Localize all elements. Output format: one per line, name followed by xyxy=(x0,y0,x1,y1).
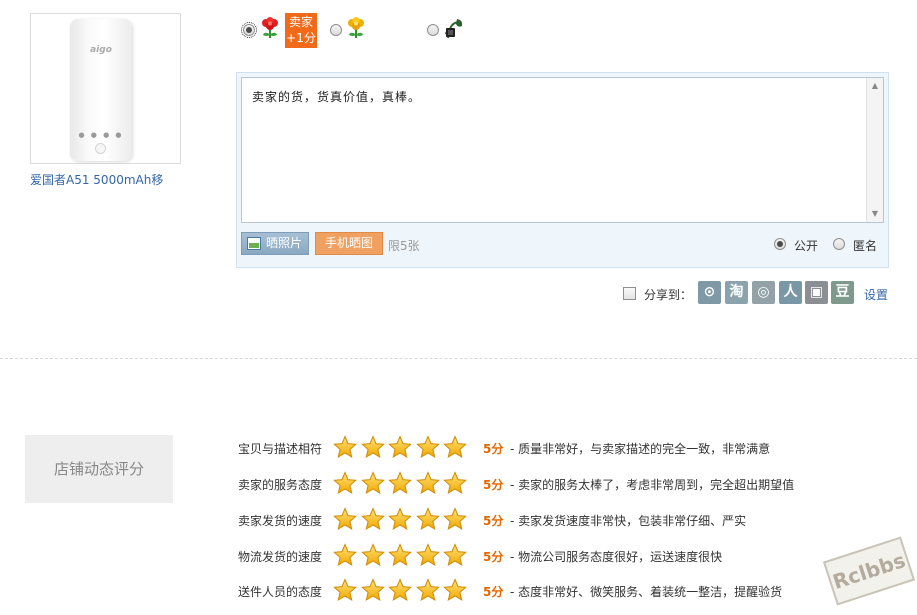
star-icon[interactable] xyxy=(388,435,412,459)
star-icon[interactable] xyxy=(360,471,385,495)
star-icon[interactable] xyxy=(443,578,467,602)
rating-criterion-label: 宝贝与描述相符 xyxy=(238,442,323,456)
upload-photo-label: 晒照片 xyxy=(266,236,303,250)
star-icon[interactable] xyxy=(360,507,385,531)
rating-criterion-label: 物流发货的速度 xyxy=(238,550,323,564)
anonymous-label: 匿名 xyxy=(853,239,878,253)
rating-score: 5分 xyxy=(483,478,504,492)
scroll-down-arrow-icon[interactable]: ▼ xyxy=(867,206,883,222)
photo-limit-text: 限5张 xyxy=(388,239,420,253)
rating-neutral-radio[interactable] xyxy=(330,24,342,36)
power-button-illustration xyxy=(95,143,106,154)
rating-description: - 卖家发货速度非常快，包装非常仔细、严实 xyxy=(510,514,747,528)
share-weibo-icon[interactable]: ◎ xyxy=(752,281,775,304)
star-icon[interactable] xyxy=(333,578,357,602)
star-icon[interactable] xyxy=(388,507,412,531)
share-label: 分享到： xyxy=(644,288,693,302)
star-icon[interactable] xyxy=(415,435,440,459)
rating-criterion-label: 送件人员的态度 xyxy=(238,585,323,599)
comment-scrollbar[interactable]: ▲ ▼ xyxy=(866,78,883,222)
star-icon[interactable] xyxy=(333,543,357,567)
comment-textarea[interactable]: 卖家的货，货真价值，真棒。 ▲ ▼ xyxy=(241,77,884,223)
seller-badge-line2: +1分 xyxy=(286,31,316,45)
wilted-flower-icon[interactable] xyxy=(444,17,464,39)
store-rating-row: 物流发货的速度 5分 - 物流公司服务态度很好，运送速度很快 xyxy=(238,543,878,569)
star-icon[interactable] xyxy=(333,471,357,495)
seller-bonus-badge: 卖家 +1分 xyxy=(285,13,317,48)
rating-bad-radio[interactable] xyxy=(427,24,439,36)
brand-logo: aigo xyxy=(90,45,112,55)
rating-good-radio[interactable] xyxy=(241,22,257,38)
seller-badge-line1: 卖家 xyxy=(288,15,313,29)
star-icon[interactable] xyxy=(443,435,467,459)
rating-description: - 质量非常好，与卖家描述的完全一致，非常满意 xyxy=(510,442,771,456)
star-icon[interactable] xyxy=(443,507,467,531)
star-icon[interactable] xyxy=(333,507,357,531)
red-flower-icon[interactable] xyxy=(260,17,280,39)
star-icon[interactable] xyxy=(360,578,385,602)
scroll-up-arrow-icon[interactable]: ▲ xyxy=(867,78,883,94)
star-icon[interactable] xyxy=(388,471,412,495)
picture-icon xyxy=(247,237,261,250)
comment-text[interactable]: 卖家的货，货真价值，真棒。 xyxy=(252,88,421,105)
rating-score: 5分 xyxy=(483,550,504,564)
rating-description: - 物流公司服务态度很好，运送速度很快 xyxy=(510,550,723,564)
share-checkbox[interactable] xyxy=(623,287,636,300)
store-rating-title: 店铺动态评分 xyxy=(25,435,173,503)
star-icon[interactable] xyxy=(415,543,440,567)
share-kaixin001-icon[interactable]: ▣ xyxy=(805,281,828,304)
comment-panel: 卖家的货，货真价值，真棒。 ▲ ▼ 晒照片 手机晒图 限5张 公开 匿名 xyxy=(236,72,889,268)
share-renren-icon[interactable]: 人 xyxy=(779,281,802,304)
star-icon[interactable] xyxy=(443,543,467,567)
section-divider xyxy=(0,358,917,359)
share-settings-link[interactable]: 设置 xyxy=(864,286,888,303)
rating-score: 5分 xyxy=(483,442,504,456)
rating-description: - 卖家的服务太棒了，考虑非常周到，完全超出期望值 xyxy=(510,478,795,492)
anonymous-radio[interactable] xyxy=(833,238,845,250)
mobile-photo-button[interactable]: 手机晒图 xyxy=(315,232,383,255)
star-icon[interactable] xyxy=(360,543,385,567)
product-name-link[interactable]: 爱国者A51 5000mAh移 xyxy=(30,171,163,188)
star-icon[interactable] xyxy=(388,578,412,602)
star-icon[interactable] xyxy=(333,435,357,459)
store-rating-row: 送件人员的态度 5分 - 态度非常好、微笑服务、着装统一整洁，提醒验货 xyxy=(238,578,878,604)
star-icon[interactable] xyxy=(360,435,385,459)
rating-criterion-label: 卖家发货的速度 xyxy=(238,514,323,528)
store-rating-row: 卖家发货的速度 5分 - 卖家发货速度非常快，包装非常仔细、严实 xyxy=(238,507,878,533)
star-icon[interactable] xyxy=(415,507,440,531)
rating-criterion-label: 卖家的服务态度 xyxy=(238,478,323,492)
rating-description: - 态度非常好、微笑服务、着装统一整洁，提醒验货 xyxy=(510,585,783,599)
star-icon[interactable] xyxy=(415,578,440,602)
star-icon[interactable] xyxy=(415,471,440,495)
upload-photo-button[interactable]: 晒照片 xyxy=(241,232,309,255)
rating-score: 5分 xyxy=(483,585,504,599)
share-kaixin-icon[interactable]: ⊙ xyxy=(698,281,721,304)
power-bank-illustration: aigo ● ● ● ● xyxy=(70,19,132,161)
yellow-flower-icon[interactable] xyxy=(346,17,366,39)
star-icon[interactable] xyxy=(388,543,412,567)
product-image[interactable]: aigo ● ● ● ● xyxy=(30,13,181,164)
share-taobao-icon[interactable]: 淘 xyxy=(725,281,748,304)
public-radio[interactable] xyxy=(774,238,786,250)
public-label: 公开 xyxy=(794,239,819,253)
rating-score: 5分 xyxy=(483,514,504,528)
share-douban-icon[interactable]: 豆 xyxy=(831,281,854,304)
led-indicators: ● ● ● ● xyxy=(78,131,124,139)
store-rating-row: 宝贝与描述相符 5分 - 质量非常好，与卖家描述的完全一致，非常满意 xyxy=(238,435,878,461)
star-icon[interactable] xyxy=(443,471,467,495)
store-rating-row: 卖家的服务态度 5分 - 卖家的服务太棒了，考虑非常周到，完全超出期望值 xyxy=(238,471,878,497)
